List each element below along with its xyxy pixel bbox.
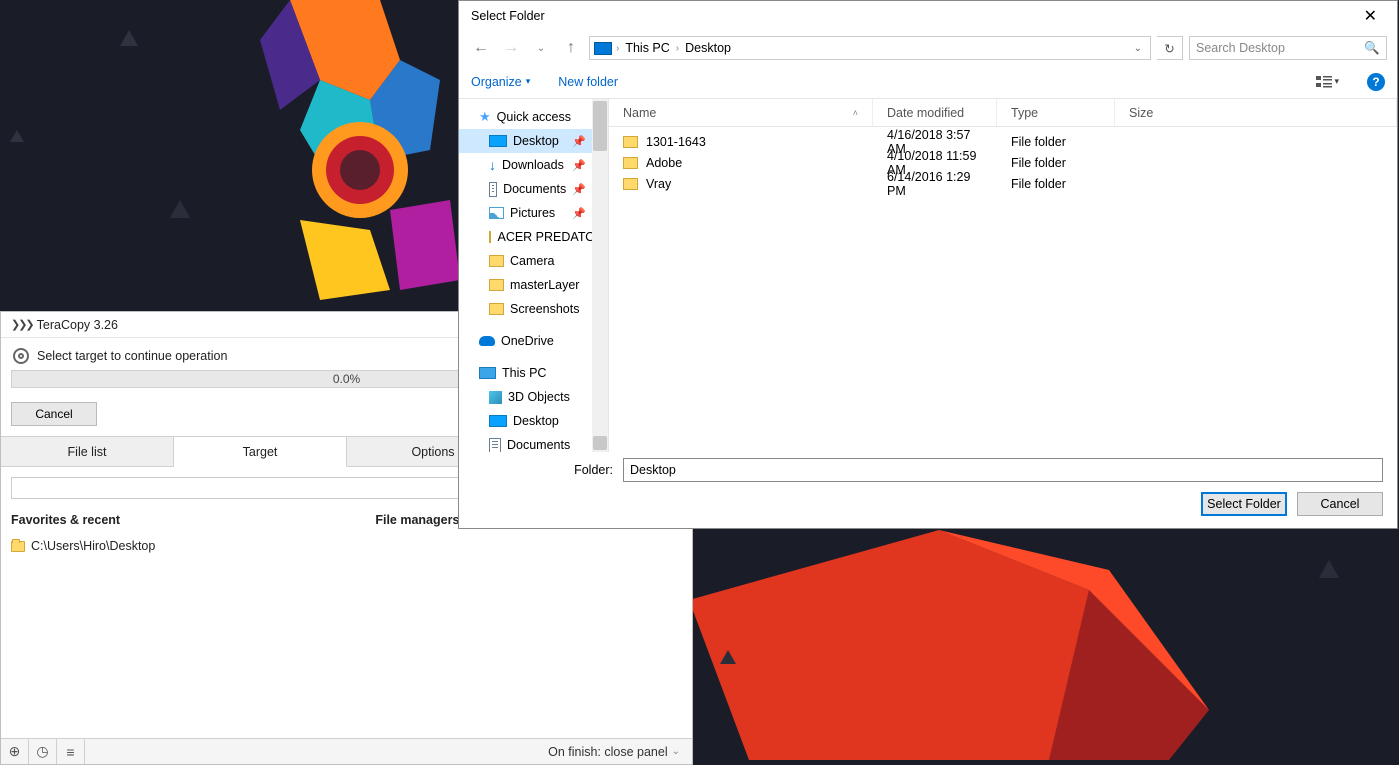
file-list-area: Name˄ Date modified Type Size 1301-16434…: [609, 99, 1397, 452]
new-folder-button[interactable]: New folder: [558, 75, 618, 89]
pin-icon: 📌: [572, 135, 586, 148]
folder-icon: [11, 541, 25, 552]
search-input[interactable]: Search Desktop 🔍: [1189, 36, 1387, 60]
tab-file-list[interactable]: File list: [1, 437, 174, 467]
tree-item-onedrive[interactable]: OneDrive: [459, 329, 608, 353]
cancel-button[interactable]: Cancel: [11, 402, 97, 426]
view-icon: [1316, 75, 1332, 89]
forward-button: →: [499, 39, 523, 57]
favorite-path: C:\Users\Hiro\Desktop: [31, 539, 155, 553]
recent-dropdown[interactable]: ⌄: [529, 43, 553, 54]
tree-item-documents[interactable]: Documents📌: [459, 177, 608, 201]
teracopy-footer: ⊕ ◷ ≡ On finish: close panel ⌄: [1, 738, 692, 764]
tree-item-this-pc[interactable]: This PC: [459, 361, 608, 385]
file-rows: 1301-16434/16/2018 3:57 AMFile folderAdo…: [609, 127, 1397, 452]
column-date[interactable]: Date modified: [873, 99, 997, 126]
back-button[interactable]: ←: [469, 39, 493, 57]
folder-label: Folder:: [473, 463, 613, 477]
status-text: Select target to continue operation: [37, 349, 227, 363]
column-headers: Name˄ Date modified Type Size: [609, 99, 1397, 127]
breadcrumb-desktop[interactable]: Desktop: [683, 41, 733, 55]
navigation-tree: ★Quick accessDesktop📌↓Downloads📌Document…: [459, 99, 609, 452]
tree-item-desktop[interactable]: Desktop📌: [459, 129, 608, 153]
file-row[interactable]: 1301-16434/16/2018 3:57 AMFile folder: [609, 131, 1397, 152]
tree-item-masterlayer[interactable]: masterLayer: [459, 273, 608, 297]
favorite-item[interactable]: C:\Users\Hiro\Desktop: [11, 535, 155, 553]
view-options[interactable]: ▾: [1316, 75, 1339, 89]
file-row[interactable]: Vray6/14/2016 1:29 PMFile folder: [609, 173, 1397, 194]
dialog-navbar: ← → ⌄ ↑ › This PC › Desktop ⌄ ↻ Search D…: [459, 31, 1397, 65]
scrollbar-thumb[interactable]: [593, 101, 607, 151]
search-icon: 🔍: [1364, 41, 1380, 56]
dialog-titlebar: Select Folder ✕: [459, 1, 1397, 31]
menu-button[interactable]: ≡: [57, 739, 85, 764]
dialog-toolbar: Organize ▾ New folder ▾ ?: [459, 65, 1397, 99]
favorites-heading: Favorites & recent: [11, 513, 155, 535]
tab-target[interactable]: Target: [174, 437, 347, 467]
folder-icon: [623, 178, 638, 190]
select-folder-button[interactable]: Select Folder: [1201, 492, 1287, 516]
tree-item-pictures[interactable]: Pictures📌: [459, 201, 608, 225]
dialog-title: Select Folder: [471, 9, 545, 23]
address-dropdown[interactable]: ⌄: [1130, 43, 1146, 54]
teracopy-icon: ❯❯❯: [11, 318, 33, 331]
folder-icon: [623, 136, 638, 148]
tree-item-quick-access[interactable]: ★Quick access: [459, 105, 608, 129]
pin-icon: 📌: [572, 183, 586, 196]
tree-item-desktop[interactable]: Desktop: [459, 409, 608, 433]
tree-scrollbar[interactable]: [592, 99, 608, 452]
managers-heading: File managers: [375, 513, 459, 535]
organize-menu[interactable]: Organize ▾: [471, 75, 530, 89]
history-button[interactable]: ◷: [29, 739, 57, 764]
search-placeholder: Search Desktop: [1196, 41, 1285, 55]
tree-item-acer-predator[interactable]: ACER PREDATOR: [459, 225, 608, 249]
chevron-right-icon: ›: [616, 43, 619, 54]
progress-percent: 0.0%: [333, 372, 360, 386]
tree-item-downloads[interactable]: ↓Downloads📌: [459, 153, 608, 177]
sort-indicator-icon: ˄: [853, 108, 858, 118]
add-button[interactable]: ⊕: [1, 739, 29, 764]
pin-icon: 📌: [572, 207, 586, 220]
up-button[interactable]: ↑: [559, 39, 583, 57]
help-button[interactable]: ?: [1367, 73, 1385, 91]
column-size[interactable]: Size: [1115, 99, 1397, 126]
folder-input[interactable]: [623, 458, 1383, 482]
breadcrumb-this-pc[interactable]: This PC: [623, 41, 671, 55]
tree-item-3d-objects[interactable]: 3D Objects: [459, 385, 608, 409]
tree-item-camera[interactable]: Camera: [459, 249, 608, 273]
on-finish-selector[interactable]: On finish: close panel ⌄: [536, 745, 692, 759]
close-button[interactable]: ✕: [1356, 2, 1385, 30]
chevron-down-icon: ▾: [526, 76, 531, 87]
chevron-down-icon: ⌄: [672, 746, 680, 757]
target-icon: [13, 348, 29, 364]
scrollbar-down[interactable]: [593, 436, 607, 450]
address-bar[interactable]: › This PC › Desktop ⌄: [589, 36, 1151, 60]
tree-item-screenshots[interactable]: Screenshots: [459, 297, 608, 321]
teracopy-title: TeraCopy 3.26: [37, 318, 118, 332]
chevron-right-icon: ›: [676, 43, 679, 54]
chevron-down-icon: ▾: [1334, 76, 1339, 87]
dialog-cancel-button[interactable]: Cancel: [1297, 492, 1383, 516]
folder-icon: [623, 157, 638, 169]
pin-icon: 📌: [572, 159, 586, 172]
file-row[interactable]: Adobe4/10/2018 11:59 AMFile folder: [609, 152, 1397, 173]
pc-icon: [594, 42, 612, 55]
tree-item-documents[interactable]: Documents: [459, 433, 608, 452]
select-folder-dialog: Select Folder ✕ ← → ⌄ ↑ › This PC › Desk…: [458, 0, 1398, 529]
dialog-bottom: Folder: Select Folder Cancel: [459, 452, 1397, 528]
column-name[interactable]: Name˄: [609, 99, 873, 126]
refresh-button[interactable]: ↻: [1157, 36, 1183, 60]
column-type[interactable]: Type: [997, 99, 1115, 126]
